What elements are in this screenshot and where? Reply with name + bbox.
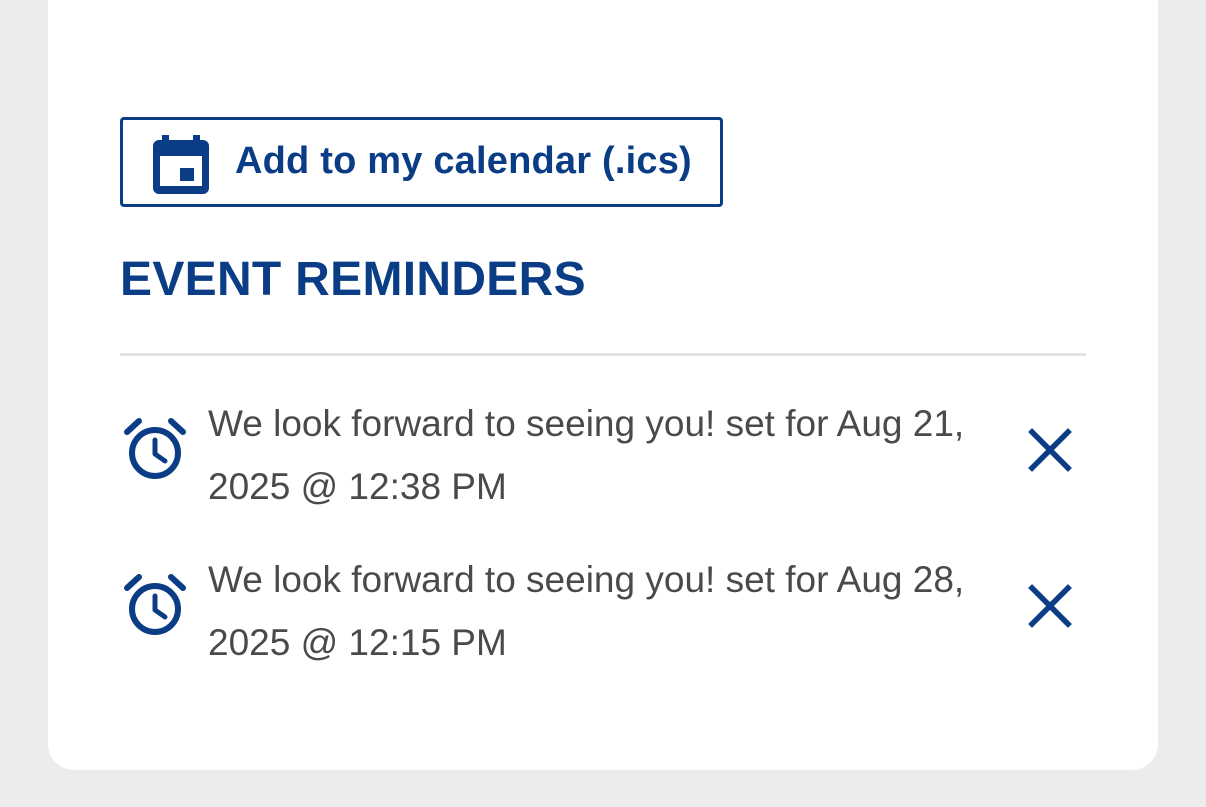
reminder-text: We look forward to seeing you! set for A…: [208, 559, 965, 663]
delete-reminder-button[interactable]: [1016, 420, 1084, 480]
add-to-calendar-label: Add to my calendar (.ics): [235, 140, 692, 182]
alarm-clock-icon: [124, 574, 186, 636]
reminder-item: We look forward to seeing you! set for A…: [120, 390, 1086, 520]
section-divider: [120, 353, 1086, 356]
alarm-clock-icon: [124, 418, 186, 480]
close-icon: [1028, 428, 1072, 472]
reminder-item: We look forward to seeing you! set for A…: [120, 546, 1086, 676]
add-to-calendar-button[interactable]: Add to my calendar (.ics): [120, 117, 723, 207]
delete-reminder-button[interactable]: [1016, 576, 1084, 636]
event-reminders-heading: EVENT REMINDERS: [120, 253, 586, 306]
close-icon: [1028, 584, 1072, 628]
calendar-icon: [153, 134, 209, 194]
reminder-text: We look forward to seeing you! set for A…: [208, 403, 965, 507]
